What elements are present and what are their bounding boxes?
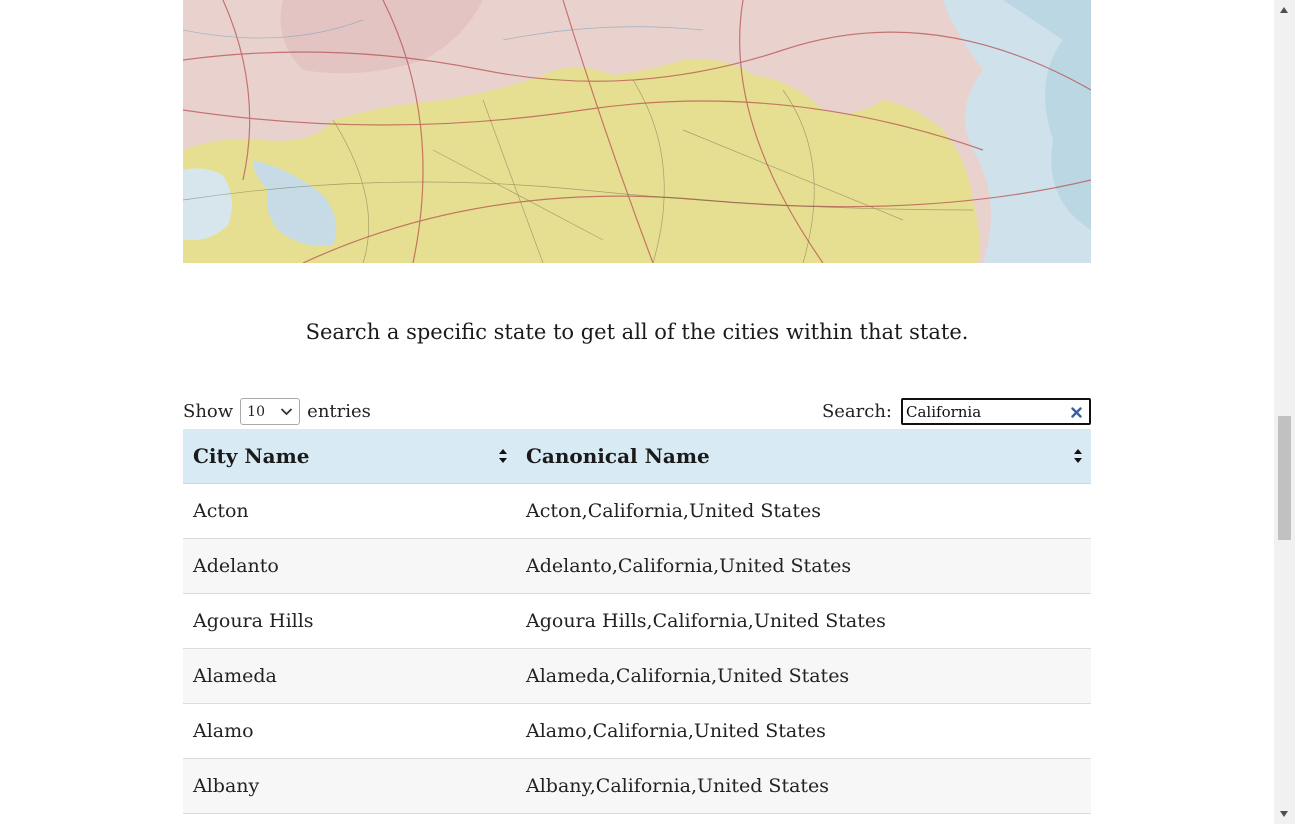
- canonical-name-cell: Acton,California,United States: [516, 483, 1091, 539]
- show-label: Show: [183, 401, 234, 422]
- canonical-name-cell: Albany,California,United States: [516, 758, 1091, 814]
- city-name-cell: Adelanto: [183, 538, 516, 594]
- table-controls: Show 10 entries Search:: [183, 396, 1091, 428]
- search-control: Search:: [822, 398, 1091, 425]
- scroll-up-arrow-icon[interactable]: [1280, 7, 1288, 13]
- city-name-cell: Acton: [183, 483, 516, 539]
- map-hero-image: [183, 0, 1091, 263]
- table-row: Alamo Alamo,California,United States: [183, 703, 1091, 759]
- search-input[interactable]: [906, 402, 1066, 421]
- table-row: Alameda Alameda,California,United States: [183, 648, 1091, 704]
- column-header-label: Canonical Name: [526, 444, 710, 468]
- sort-icon: [499, 449, 507, 463]
- column-header-label: City Name: [193, 444, 310, 468]
- canonical-name-cell: Alamo,California,United States: [516, 703, 1091, 759]
- city-name-cell: Alamo: [183, 703, 516, 759]
- entries-select[interactable]: 10: [240, 398, 301, 425]
- close-icon[interactable]: [1071, 407, 1082, 418]
- table-header-row: City Name Canonical Name: [183, 429, 1091, 484]
- city-name-cell: Albany: [183, 758, 516, 814]
- city-name-cell: Agoura Hills: [183, 593, 516, 649]
- canonical-name-cell: Agoura Hills,California,United States: [516, 593, 1091, 649]
- scroll-down-arrow-icon[interactable]: [1280, 811, 1288, 817]
- sort-icon: [1074, 449, 1082, 463]
- intro-text: Search a specific state to get all of th…: [305, 320, 969, 344]
- table-row: Adelanto Adelanto,California,United Stat…: [183, 538, 1091, 594]
- city-name-cell: Alameda: [183, 648, 516, 704]
- table-row: Albany Albany,California,United States: [183, 758, 1091, 814]
- table-row: Agoura Hills Agoura Hills,California,Uni…: [183, 593, 1091, 649]
- entries-select-value: 10: [247, 403, 265, 420]
- cities-table: City Name Canonical Name Acton Acton,Cal…: [183, 429, 1091, 814]
- scrollbar-thumb[interactable]: [1278, 416, 1291, 540]
- canonical-name-cell: Alameda,California,United States: [516, 648, 1091, 704]
- column-header-city-name[interactable]: City Name: [183, 429, 516, 484]
- table-row: Acton Acton,California,United States: [183, 483, 1091, 539]
- search-box: [901, 398, 1091, 425]
- page-scrollbar[interactable]: [1274, 0, 1295, 824]
- column-header-canonical-name[interactable]: Canonical Name: [516, 429, 1091, 484]
- search-label: Search:: [821, 401, 892, 422]
- length-control: Show 10 entries: [183, 398, 371, 425]
- chevron-down-icon: [281, 408, 293, 416]
- canonical-name-cell: Adelanto,California,United States: [516, 538, 1091, 594]
- entries-label: entries: [307, 401, 371, 422]
